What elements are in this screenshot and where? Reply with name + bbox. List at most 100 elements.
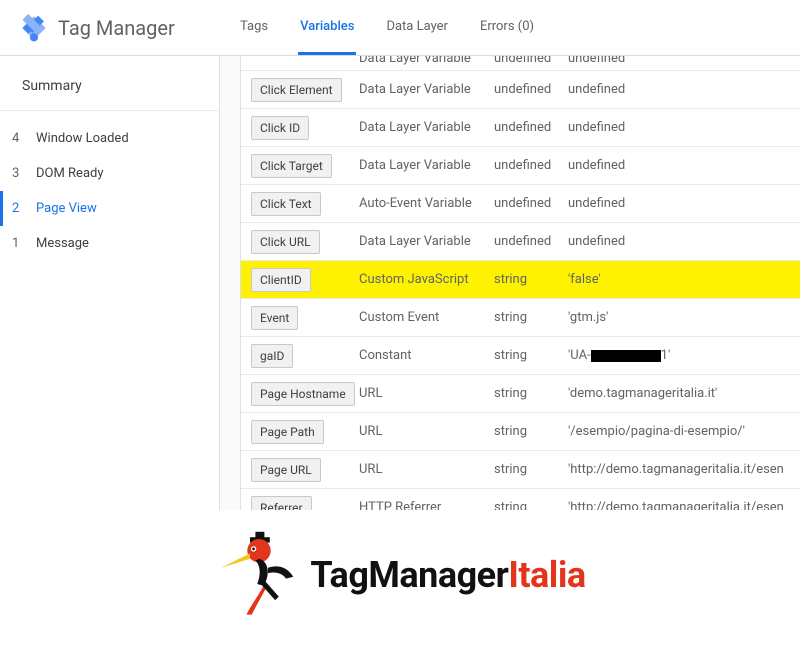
- event-index: 4: [12, 131, 28, 146]
- variable-return-type: undefined: [494, 56, 568, 66]
- variable-chip[interactable]: Click ID: [251, 116, 309, 140]
- variable-chip[interactable]: Page Hostname: [251, 382, 355, 406]
- footer-brand: TagManagerItalia: [0, 510, 800, 650]
- variable-chip[interactable]: gaID: [251, 344, 293, 368]
- variable-value: 'false': [568, 272, 800, 287]
- tab-variables[interactable]: Variables: [298, 1, 356, 55]
- event-label: Window Loaded: [36, 131, 129, 146]
- variables-table: Data Layer VariableundefinedundefinedCli…: [240, 56, 800, 510]
- variable-row: Click TextAuto-Event Variableundefinedun…: [241, 185, 800, 223]
- event-index: 1: [12, 236, 28, 251]
- variable-type: Data Layer Variable: [359, 120, 494, 135]
- variable-row: Click TargetData Layer Variableundefined…: [241, 147, 800, 185]
- app-title: Tag Manager: [58, 16, 175, 40]
- tab-tags[interactable]: Tags: [238, 1, 270, 55]
- variable-name-cell: Click Element: [241, 74, 359, 106]
- variable-chip[interactable]: Page URL: [251, 458, 321, 482]
- variable-return-type: string: [494, 424, 568, 439]
- variable-name-cell: Click Target: [241, 150, 359, 182]
- variable-type: Auto-Event Variable: [359, 196, 494, 211]
- variable-return-type: string: [494, 272, 568, 287]
- variable-name-cell: Click ID: [241, 112, 359, 144]
- variable-row: Data Layer Variableundefinedundefined: [241, 56, 800, 71]
- variable-row: Click IDData Layer Variableundefinedunde…: [241, 109, 800, 147]
- variable-type: Custom Event: [359, 310, 494, 325]
- variable-value: 'http://demo.tagmanageritalia.it/esen: [568, 500, 800, 510]
- variable-return-type: undefined: [494, 82, 568, 97]
- event-label: Message: [36, 236, 89, 251]
- variable-return-type: string: [494, 348, 568, 363]
- variable-value: undefined: [568, 56, 800, 66]
- variable-name-cell: Referrer: [241, 492, 359, 511]
- app-header: Tag Manager Tags Variables Data Layer Error…: [0, 0, 800, 56]
- sidebar: Summary 4 Window Loaded 3 DOM Ready 2Page Vi…: [0, 56, 220, 510]
- event-row[interactable]: 4 Window Loaded: [0, 121, 219, 156]
- variable-chip[interactable]: Click URL: [251, 230, 320, 254]
- tab-data-layer[interactable]: Data Layer: [384, 1, 450, 55]
- tab-errors-0-[interactable]: Errors (0): [478, 1, 536, 55]
- content-panel: Data Layer VariableundefinedundefinedCli…: [220, 56, 800, 510]
- variable-row: Page HostnameURLstring'demo.tagmanagerit…: [241, 375, 800, 413]
- event-label: DOM Ready: [36, 166, 104, 181]
- summary-heading[interactable]: Summary: [0, 70, 219, 111]
- variable-return-type: string: [494, 500, 568, 510]
- event-list: 4 Window Loaded 3 DOM Ready 2Page View 1 Messa…: [0, 111, 219, 261]
- variable-value: undefined: [568, 158, 800, 173]
- variable-chip[interactable]: Page Path: [251, 420, 324, 444]
- variable-return-type: undefined: [494, 234, 568, 249]
- variable-type: HTTP Referrer: [359, 500, 494, 510]
- event-row[interactable]: 3 DOM Ready: [0, 156, 219, 191]
- variable-name-cell: gaID: [241, 340, 359, 372]
- variable-type: Constant: [359, 348, 494, 363]
- variable-chip[interactable]: Referrer: [251, 496, 312, 511]
- variable-type: URL: [359, 462, 494, 477]
- variable-name-cell: Page URL: [241, 454, 359, 486]
- brand-part1: TagManager: [310, 554, 508, 596]
- variable-value: undefined: [568, 120, 800, 135]
- variable-return-type: undefined: [494, 196, 568, 211]
- event-row[interactable]: 2Page View: [0, 191, 219, 226]
- variable-value: 'demo.tagmanageritalia.it': [568, 386, 800, 401]
- variable-chip[interactable]: ClientID: [251, 268, 311, 292]
- variable-row: gaID Constantstring'UA-1': [241, 337, 800, 375]
- variable-type: Data Layer Variable: [359, 56, 494, 66]
- variable-return-type: string: [494, 462, 568, 477]
- variable-name-cell: Page Path: [241, 416, 359, 448]
- variable-value: undefined: [568, 196, 800, 211]
- variable-chip[interactable]: Click Element: [251, 78, 342, 102]
- variable-name-cell: Page Hostname: [241, 378, 359, 410]
- variable-chip[interactable]: Click Target: [251, 154, 332, 178]
- variable-type: Custom JavaScript: [359, 272, 494, 287]
- variable-chip[interactable]: Click Text: [251, 192, 321, 216]
- gtm-logo-icon: [20, 14, 48, 42]
- variable-name-cell: Event: [241, 302, 359, 334]
- variable-row: Page Path URLstring'/esempio/pagina-di-es…: [241, 413, 800, 451]
- event-row[interactable]: 1 Message: [0, 226, 219, 261]
- brand-text: TagManagerItalia: [310, 554, 585, 596]
- variable-name-cell: Click Text: [241, 188, 359, 220]
- variable-value: 'gtm.js': [568, 310, 800, 325]
- event-label: Page View: [36, 201, 97, 216]
- variable-chip[interactable]: Event: [251, 306, 298, 330]
- logo-group: Tag Manager: [20, 14, 220, 42]
- main-area: Summary 4 Window Loaded 3 DOM Ready 2Page Vi…: [0, 56, 800, 510]
- variable-value: 'UA-1': [568, 348, 800, 363]
- variable-return-type: string: [494, 310, 568, 325]
- variable-name-cell: Click URL: [241, 226, 359, 258]
- variable-value: 'http://demo.tagmanageritalia.it/esen: [568, 462, 800, 477]
- variable-type: Data Layer Variable: [359, 82, 494, 97]
- variable-value: '/esempio/pagina-di-esempio/': [568, 424, 800, 439]
- tabs: Tags Variables Data Layer Errors (0): [238, 1, 536, 55]
- variable-type: URL: [359, 424, 494, 439]
- variable-name-cell: ClientID: [241, 264, 359, 296]
- variable-return-type: string: [494, 386, 568, 401]
- variable-return-type: undefined: [494, 158, 568, 173]
- variable-return-type: undefined: [494, 120, 568, 135]
- variable-row: Referrer HTTP Referrerstring'http://demo.…: [241, 489, 800, 510]
- redacted-id: [591, 350, 661, 362]
- event-index: 3: [12, 166, 28, 181]
- variable-value: undefined: [568, 82, 800, 97]
- variable-row: Page URL URLstring'http://demo.tagmanager…: [241, 451, 800, 489]
- variable-type: Data Layer Variable: [359, 234, 494, 249]
- woodpecker-logo-icon: [214, 530, 304, 620]
